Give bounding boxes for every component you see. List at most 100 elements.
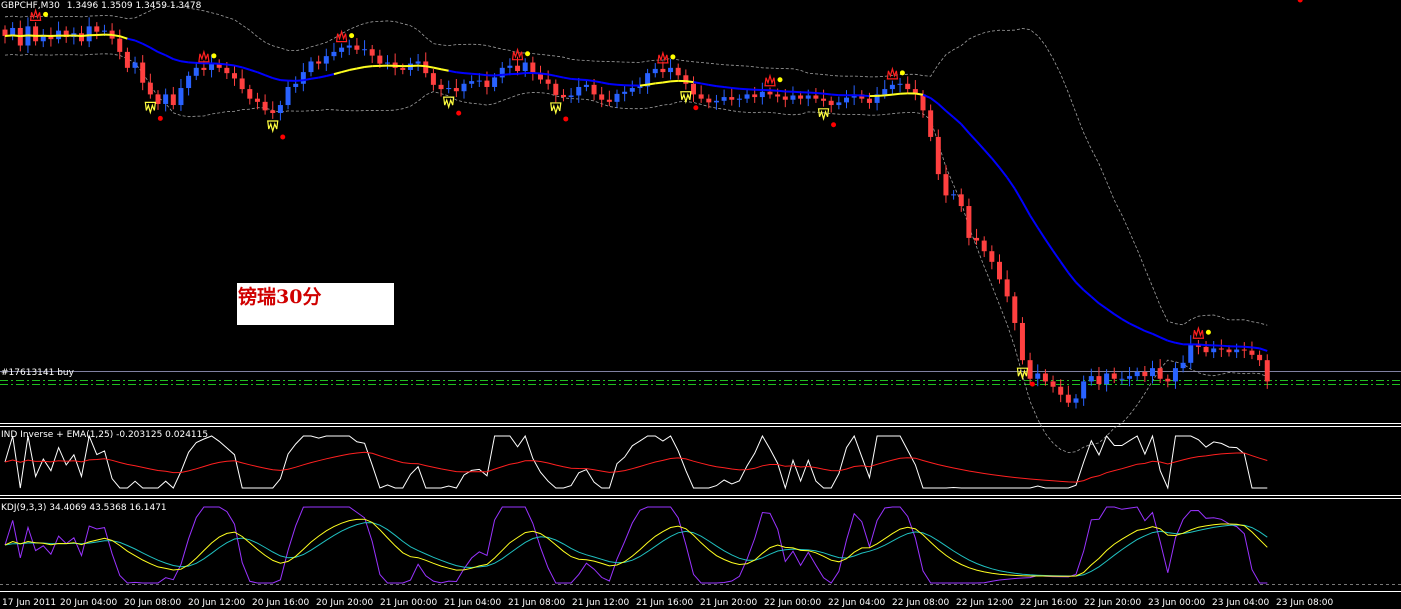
- moving-average-line: [418, 64, 426, 68]
- bottom-signal-dot: [1297, 0, 1303, 3]
- candle-body: [79, 33, 84, 42]
- time-axis-label: 23 Jun 08:00: [1276, 598, 1334, 608]
- moving-average-line: [616, 83, 625, 87]
- candle-body: [1058, 386, 1064, 395]
- candle-body: [920, 94, 926, 111]
- candle-body: [369, 49, 375, 56]
- moving-average-line: [173, 58, 182, 63]
- moving-average-line: [479, 73, 488, 77]
- candle-body: [476, 80, 482, 82]
- moving-average-line: [502, 73, 510, 76]
- moving-average-line: [815, 92, 824, 95]
- candle-body: [981, 240, 987, 252]
- candle-body: [759, 91, 765, 98]
- moving-average-line: [81, 34, 90, 37]
- symbol-label: GBPCHF,M30: [1, 1, 60, 11]
- candle-body: [178, 88, 184, 106]
- time-axis-label: 21 Jun 08:00: [508, 598, 566, 608]
- moving-average-line: [142, 42, 151, 49]
- candle-body: [1226, 349, 1232, 353]
- time-axis-label: 22 Jun 12:00: [956, 598, 1014, 608]
- moving-average-line: [119, 35, 128, 40]
- candle-body: [507, 65, 513, 68]
- bottom-signal-dot: [831, 122, 837, 128]
- candle-body: [186, 75, 192, 89]
- moving-average-line: [1106, 307, 1115, 315]
- candle-body: [545, 79, 551, 84]
- moving-average-line: [1075, 281, 1085, 291]
- bottom-signal-hand-icon: [680, 91, 692, 104]
- top-signal-dot: [670, 54, 676, 60]
- candle-body: [1165, 378, 1171, 382]
- candle-body: [1050, 381, 1056, 387]
- moving-average-line: [777, 89, 786, 93]
- candle-body: [346, 45, 352, 48]
- candle-body: [691, 83, 696, 95]
- candle-body: [637, 86, 643, 89]
- moving-average-line: [1251, 346, 1260, 350]
- time-axis-label: 22 Jun 16:00: [1020, 598, 1078, 608]
- moving-average-line: [746, 88, 755, 91]
- moving-average-line: [700, 82, 709, 86]
- candle-body: [782, 96, 788, 100]
- moving-average-line: [639, 83, 648, 87]
- candle-body: [117, 38, 123, 52]
- moving-average-line: [134, 39, 144, 45]
- candle-body: [308, 61, 314, 73]
- moving-average-line: [555, 74, 564, 79]
- top-signal-dot: [525, 51, 531, 57]
- time-axis-label: 22 Jun 20:00: [1084, 598, 1142, 608]
- moving-average-line: [1029, 214, 1039, 229]
- moving-average-line: [157, 51, 167, 57]
- moving-average-line: [723, 85, 732, 89]
- moving-average-line: [280, 79, 289, 82]
- candle-body: [147, 82, 153, 95]
- top-signal-hand-icon: [335, 29, 348, 43]
- moving-average-line: [433, 66, 442, 71]
- candle-body: [652, 68, 658, 74]
- ohlc-label: 1.3496 1.3509 1.3459 1.3478: [66, 1, 202, 11]
- candle-body: [736, 98, 742, 100]
- top-signal-hand-icon: [886, 66, 899, 80]
- moving-average-line: [1175, 341, 1184, 346]
- moving-average-line: [647, 82, 656, 86]
- candle-body: [668, 67, 674, 73]
- moving-average-line: [1013, 188, 1024, 203]
- moving-average-line: [196, 61, 204, 65]
- candle-body: [1019, 322, 1025, 361]
- candle-body: [775, 94, 781, 97]
- bottom-signal-dot: [1029, 381, 1035, 387]
- moving-average-line: [149, 46, 159, 53]
- time-axis-label: 20 Jun 16:00: [252, 598, 310, 608]
- moving-average-line: [1129, 322, 1138, 329]
- candle-body: [1157, 368, 1163, 379]
- moving-average-line: [249, 68, 258, 74]
- candle-body: [377, 55, 383, 64]
- candle-body: [270, 110, 276, 114]
- moving-average-line: [318, 74, 327, 79]
- candle-body: [239, 78, 245, 90]
- candle-body: [721, 97, 727, 101]
- moving-average-line: [998, 166, 1008, 179]
- moving-average-line: [165, 54, 174, 60]
- candle-body: [675, 67, 681, 76]
- moving-average-line: [295, 79, 304, 82]
- lower-band-line: [4, 53, 1268, 454]
- candle-body: [1035, 373, 1041, 379]
- candle-body: [752, 94, 758, 98]
- time-axis-label: 21 Jun 20:00: [700, 598, 758, 608]
- moving-average-line: [326, 73, 335, 77]
- candle-body: [132, 62, 138, 68]
- moving-average-line: [945, 110, 955, 119]
- time-axis-label: 20 Jun 08:00: [124, 598, 182, 608]
- moving-average-line: [975, 140, 985, 151]
- candle-body: [492, 77, 498, 87]
- moving-average-line: [884, 93, 893, 97]
- moving-average-line: [257, 71, 266, 77]
- candle-body: [300, 72, 306, 84]
- candle-body: [591, 84, 597, 95]
- moving-average-line: [563, 76, 572, 80]
- candle-body: [86, 26, 92, 42]
- candle-body: [400, 67, 406, 70]
- candle-body: [1081, 381, 1087, 399]
